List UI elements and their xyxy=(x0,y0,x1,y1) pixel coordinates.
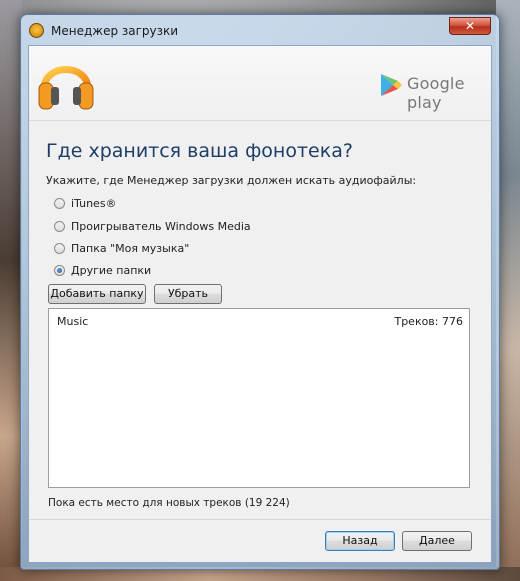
folder-name: Music xyxy=(57,315,89,328)
download-manager-window: Менеджер загрузки ✕ Google play Где хран… xyxy=(20,14,500,570)
footer-divider xyxy=(29,519,491,520)
google-play-icon xyxy=(381,74,402,96)
desktop-background-left xyxy=(0,0,22,581)
title-bar[interactable]: Менеджер загрузки ✕ xyxy=(21,15,499,45)
google-play-logo-text: Google play xyxy=(407,74,465,112)
folder-list[interactable]: Music Треков: 776 xyxy=(48,308,470,488)
option-label: Папка "Моя музыка" xyxy=(71,242,190,255)
close-button[interactable]: ✕ xyxy=(449,17,491,35)
page-title: Где хранится ваша фонотека? xyxy=(46,140,353,162)
radio-other-folders[interactable] xyxy=(54,265,65,276)
instructions-text: Укажите, где Менеджер загрузки должен ис… xyxy=(46,174,417,187)
option-label: iTunes® xyxy=(71,197,117,210)
app-title-icon xyxy=(29,23,44,38)
add-folder-button[interactable]: Добавить папку xyxy=(48,284,146,304)
header-band: Google play xyxy=(29,46,491,121)
next-button[interactable]: Далее xyxy=(402,531,472,551)
window-title: Менеджер загрузки xyxy=(51,24,179,38)
space-status-text: Пока есть место для новых треков (19 224… xyxy=(48,497,290,509)
folder-track-count: Треков: 776 xyxy=(394,315,463,328)
radio-windows-media[interactable] xyxy=(54,221,65,232)
remove-folder-button[interactable]: Убрать xyxy=(154,284,222,304)
headphones-icon xyxy=(38,66,94,110)
dialog-content: Google play Где хранится ваша фонотека? … xyxy=(28,45,492,563)
option-label: Проигрыватель Windows Media xyxy=(71,220,251,233)
back-button[interactable]: Назад xyxy=(325,531,395,551)
radio-itunes[interactable] xyxy=(54,198,65,209)
option-label: Другие папки xyxy=(71,264,152,277)
radio-my-music[interactable] xyxy=(54,243,65,254)
